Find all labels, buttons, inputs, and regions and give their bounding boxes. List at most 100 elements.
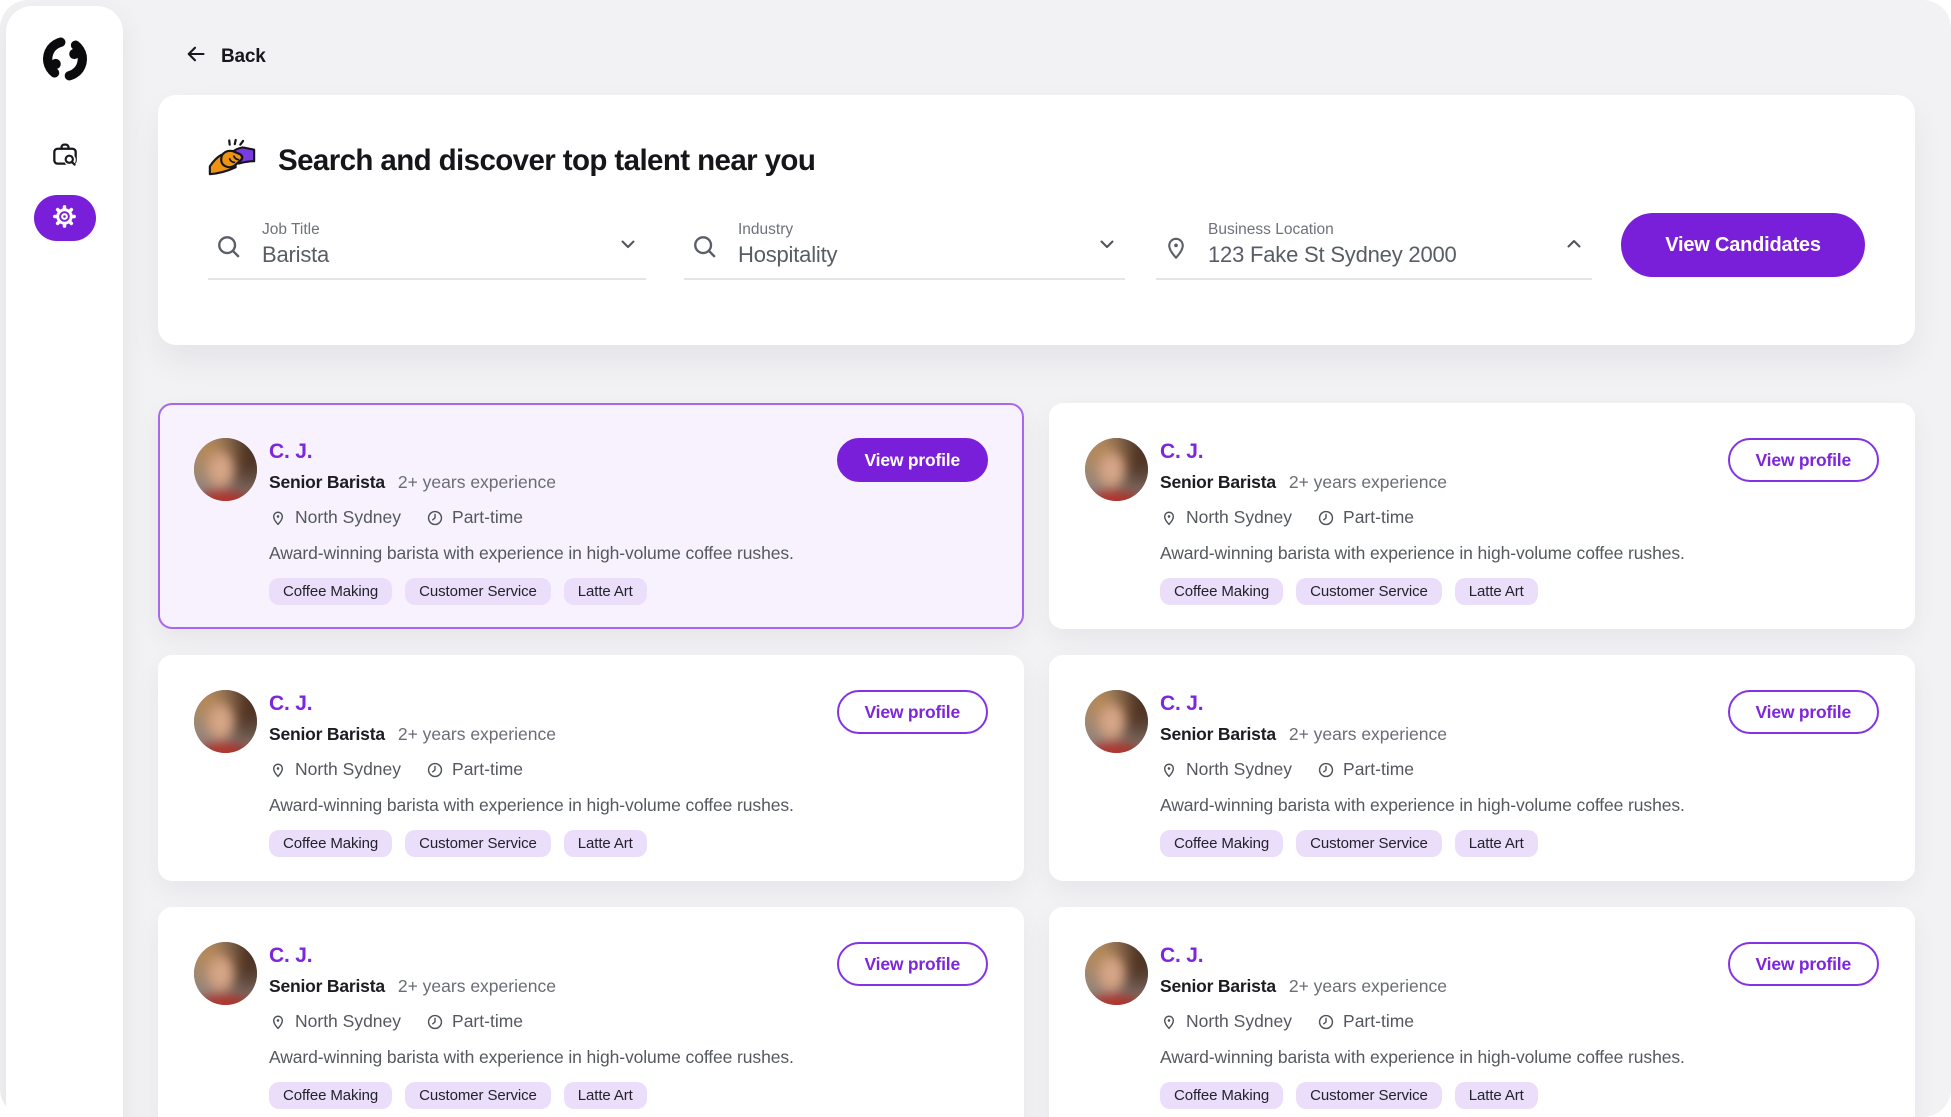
candidate-experience: 2+ years experience xyxy=(398,976,556,997)
logo-icon xyxy=(39,33,91,88)
view-profile-button[interactable]: View profile xyxy=(837,438,989,482)
chevron-down-icon[interactable] xyxy=(616,232,640,256)
candidate-card[interactable]: C. J. Senior Barista 2+ years experience… xyxy=(1049,907,1915,1117)
availability-label: Part-time xyxy=(452,507,523,528)
candidate-experience: 2+ years experience xyxy=(1289,976,1447,997)
candidate-avatar xyxy=(1085,942,1148,1005)
candidate-role: Senior Barista xyxy=(269,472,385,493)
candidate-card[interactable]: C. J. Senior Barista 2+ years experience… xyxy=(158,907,1024,1117)
location-label: North Sydney xyxy=(1186,759,1292,780)
candidate-role: Senior Barista xyxy=(1160,472,1276,493)
chevron-up-icon[interactable] xyxy=(1562,232,1586,256)
candidate-role: Senior Barista xyxy=(1160,976,1276,997)
map-pin-icon xyxy=(1160,760,1178,779)
view-profile-button[interactable]: View profile xyxy=(1728,942,1880,986)
candidate-role: Senior Barista xyxy=(269,976,385,997)
view-profile-button[interactable]: View profile xyxy=(837,942,989,986)
avatar-photo xyxy=(1085,690,1148,753)
candidate-description: Award-winning barista with experience in… xyxy=(269,795,1022,816)
sidebar-item-job-search[interactable] xyxy=(34,133,96,179)
candidate-location: North Sydney xyxy=(1160,759,1292,780)
candidate-availability: Part-time xyxy=(426,1011,523,1032)
field-value: 123 Fake St Sydney 2000 xyxy=(1208,242,1457,268)
search-panel: Search and discover top talent near you … xyxy=(158,95,1915,345)
avatar-photo xyxy=(194,690,257,753)
candidate-info: C. J. Senior Barista 2+ years experience… xyxy=(269,909,1022,1109)
meta-row: North Sydney Part-time xyxy=(269,759,1022,780)
view-profile-button[interactable]: View profile xyxy=(1728,438,1880,482)
map-pin-icon xyxy=(269,508,287,527)
avatar-photo xyxy=(194,942,257,1005)
candidate-location: North Sydney xyxy=(269,759,401,780)
view-profile-button[interactable]: View profile xyxy=(1728,690,1880,734)
back-button[interactable]: Back xyxy=(184,42,266,72)
gear-icon xyxy=(51,203,78,233)
view-candidates-button[interactable]: View Candidates xyxy=(1621,213,1865,277)
skill-tag: Customer Service xyxy=(405,830,551,857)
candidate-avatar xyxy=(194,438,257,501)
chevron-down-icon[interactable] xyxy=(1095,232,1119,256)
candidate-card[interactable]: C. J. Senior Barista 2+ years experience… xyxy=(158,655,1024,881)
app-window: Back xyxy=(0,0,1951,1117)
candidate-availability: Part-time xyxy=(426,507,523,528)
back-row: Back xyxy=(158,0,1915,72)
candidate-experience: 2+ years experience xyxy=(398,472,556,493)
candidate-experience: 2+ years experience xyxy=(1289,472,1447,493)
clock-icon xyxy=(1317,1013,1335,1031)
skill-tag: Latte Art xyxy=(564,1082,647,1109)
skill-tag: Latte Art xyxy=(1455,830,1538,857)
clock-icon xyxy=(426,509,444,527)
skill-tag: Coffee Making xyxy=(269,578,392,605)
avatar-photo xyxy=(1085,438,1148,501)
candidate-card[interactable]: C. J. Senior Barista 2+ years experience… xyxy=(158,403,1024,629)
candidate-info: C. J. Senior Barista 2+ years experience… xyxy=(1160,657,1913,857)
main-content: Back xyxy=(158,0,1915,1117)
view-profile-button[interactable]: View profile xyxy=(837,690,989,734)
skill-tags: Coffee Making Customer Service Latte Art xyxy=(1160,1082,1913,1109)
page-title: Search and discover top talent near you xyxy=(278,144,815,178)
location-label: North Sydney xyxy=(295,759,401,780)
avatar-photo xyxy=(1085,942,1148,1005)
map-pin-icon xyxy=(269,760,287,779)
map-pin-icon xyxy=(1160,508,1178,527)
candidate-availability: Part-time xyxy=(426,759,523,780)
candidate-experience: 2+ years experience xyxy=(398,724,556,745)
skill-tag: Latte Art xyxy=(564,578,647,605)
skill-tag: Coffee Making xyxy=(1160,578,1283,605)
candidate-info: C. J. Senior Barista 2+ years experience… xyxy=(1160,405,1913,605)
candidate-role: Senior Barista xyxy=(269,724,385,745)
availability-label: Part-time xyxy=(1343,1011,1414,1032)
skill-tag: Coffee Making xyxy=(269,1082,392,1109)
back-arrow-icon xyxy=(184,42,208,72)
meta-row: North Sydney Part-time xyxy=(1160,759,1913,780)
availability-label: Part-time xyxy=(1343,759,1414,780)
skill-tag: Customer Service xyxy=(405,578,551,605)
candidate-location: North Sydney xyxy=(1160,1011,1292,1032)
meta-row: North Sydney Part-time xyxy=(1160,1011,1913,1032)
location-label: North Sydney xyxy=(1186,1011,1292,1032)
candidate-info: C. J. Senior Barista 2+ years experience… xyxy=(269,405,1022,605)
availability-label: Part-time xyxy=(452,1011,523,1032)
field-label: Industry xyxy=(738,221,837,239)
skill-tag: Coffee Making xyxy=(1160,830,1283,857)
skill-tags: Coffee Making Customer Service Latte Art xyxy=(269,830,1022,857)
location-pin-icon xyxy=(1162,232,1190,262)
candidate-card[interactable]: C. J. Senior Barista 2+ years experience… xyxy=(1049,655,1915,881)
candidate-role: Senior Barista xyxy=(1160,724,1276,745)
avatar-photo xyxy=(194,438,257,501)
app-logo[interactable] xyxy=(38,33,92,87)
availability-label: Part-time xyxy=(1343,507,1414,528)
field-label: Business Location xyxy=(1208,221,1457,239)
skill-tag: Customer Service xyxy=(1296,830,1442,857)
job-title-field[interactable]: Job Title Barista xyxy=(208,210,646,280)
clock-icon xyxy=(426,761,444,779)
industry-field[interactable]: Industry Hospitality xyxy=(684,210,1125,280)
sidebar-item-settings[interactable] xyxy=(34,195,96,241)
candidate-card[interactable]: C. J. Senior Barista 2+ years experience… xyxy=(1049,403,1915,629)
candidates-grid: C. J. Senior Barista 2+ years experience… xyxy=(158,403,1915,1117)
candidate-avatar xyxy=(1085,690,1148,753)
business-location-field[interactable]: Business Location 123 Fake St Sydney 200… xyxy=(1156,210,1592,280)
candidate-avatar xyxy=(194,690,257,753)
briefcase-search-icon xyxy=(49,139,81,174)
skill-tag: Customer Service xyxy=(405,1082,551,1109)
